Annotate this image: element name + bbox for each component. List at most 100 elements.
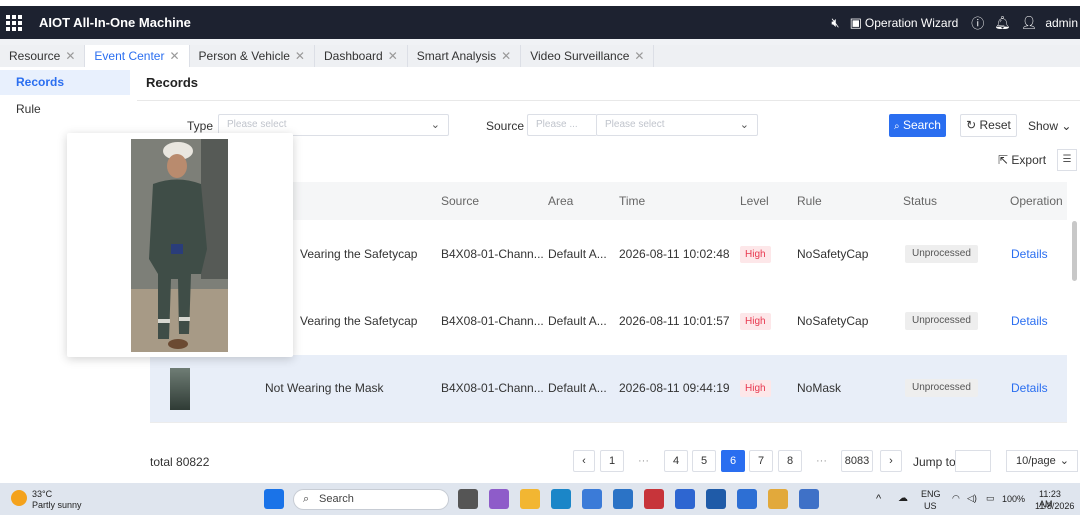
copilot-icon[interactable] bbox=[489, 489, 509, 509]
search-button[interactable]: ⌕ Search bbox=[889, 114, 946, 137]
source-label: Source bbox=[486, 119, 525, 133]
level-badge: High bbox=[740, 380, 771, 397]
event-source: B4X08-01-Chann... bbox=[441, 247, 544, 261]
divider bbox=[137, 100, 1080, 101]
close-icon[interactable]: ✕ bbox=[169, 49, 179, 63]
page-size-select[interactable]: 10/page ⌄ bbox=[1006, 450, 1078, 472]
preview-image bbox=[131, 139, 228, 352]
close-icon[interactable]: ✕ bbox=[501, 49, 511, 63]
page-ellipsis[interactable]: ··· bbox=[816, 450, 827, 472]
header-operation: Operation bbox=[1010, 194, 1063, 208]
page-button[interactable]: 5 bbox=[692, 450, 716, 472]
page-button[interactable]: 7 bbox=[749, 450, 773, 472]
event-time: 2026-08-11 10:02:48 bbox=[619, 247, 730, 261]
search-icon: ⌕ bbox=[303, 493, 310, 505]
tab-video-surveillance[interactable]: Video Surveillance ✕ bbox=[521, 45, 655, 67]
close-icon[interactable]: ✕ bbox=[634, 49, 644, 63]
mute-icon[interactable]: 🔇︎ bbox=[831, 15, 839, 31]
chrome-icon[interactable] bbox=[768, 489, 788, 509]
page-size-value: 10/page bbox=[1016, 455, 1056, 467]
search-icon: ⌕ bbox=[894, 121, 900, 132]
pinned-apps bbox=[458, 489, 830, 509]
jump-to-label: Jump to bbox=[913, 455, 956, 469]
taskbar-search[interactable]: ⌕ Search bbox=[293, 489, 449, 510]
edge-icon[interactable] bbox=[551, 489, 571, 509]
wizard-icon[interactable]: ▣ bbox=[850, 15, 862, 31]
sidebar-item-rule[interactable]: Rule bbox=[0, 97, 130, 122]
next-page-button[interactable]: › bbox=[880, 450, 902, 472]
details-link[interactable]: Details bbox=[1011, 355, 1048, 422]
user-icon[interactable]: 👤︎ bbox=[1021, 15, 1038, 31]
status-badge: Unprocessed bbox=[905, 245, 978, 263]
reset-button[interactable]: ↻ Reset bbox=[960, 114, 1017, 137]
event-source: B4X08-01-Chann... bbox=[441, 381, 544, 395]
source-select[interactable]: Please select ⌄ bbox=[596, 114, 758, 136]
battery-icon[interactable]: ▭ bbox=[986, 493, 995, 504]
show-toggle[interactable]: Show ⌄ bbox=[1028, 119, 1071, 133]
task-view-icon[interactable] bbox=[458, 489, 478, 509]
source-type-select[interactable]: Please ... bbox=[527, 114, 597, 136]
tab-person-vehicle[interactable]: Person & Vehicle ✕ bbox=[189, 45, 315, 67]
file-explorer-icon[interactable] bbox=[520, 489, 540, 509]
export-button[interactable]: ⇱ Export bbox=[998, 153, 1046, 167]
onedrive-icon[interactable]: ☁ bbox=[898, 493, 908, 504]
volume-icon[interactable]: ◁) bbox=[967, 493, 977, 504]
prev-page-button[interactable]: ‹ bbox=[573, 450, 595, 472]
event-area: Default A... bbox=[548, 247, 607, 261]
start-icon[interactable] bbox=[264, 489, 284, 509]
page-ellipsis[interactable]: ··· bbox=[638, 450, 649, 472]
close-icon[interactable]: ✕ bbox=[65, 49, 75, 63]
app-icon[interactable] bbox=[799, 489, 819, 509]
search-button-label: Search bbox=[902, 118, 941, 132]
tab-event-center[interactable]: Event Center ✕ bbox=[85, 45, 190, 67]
app-icon[interactable] bbox=[737, 489, 757, 509]
app-menu-icon[interactable] bbox=[6, 14, 22, 31]
taskbar-apps bbox=[264, 489, 295, 509]
help-icon[interactable] bbox=[613, 489, 633, 509]
header-source: Source bbox=[441, 194, 480, 208]
details-link[interactable]: Details bbox=[1011, 288, 1048, 355]
details-link[interactable]: Details bbox=[1011, 221, 1048, 288]
weather-text: Partly sunny bbox=[32, 500, 82, 510]
jump-to-input[interactable] bbox=[955, 450, 991, 472]
tab-resource[interactable]: Resource ✕ bbox=[0, 45, 86, 67]
reset-icon: ↻ bbox=[966, 118, 977, 132]
lang[interactable]: ENG bbox=[921, 489, 941, 499]
event-name: Vearing the Safetycap bbox=[300, 247, 418, 261]
column-settings-icon[interactable]: ☰ bbox=[1057, 149, 1077, 171]
event-rule: NoSafetyCap bbox=[797, 247, 869, 261]
app-icon[interactable] bbox=[706, 489, 726, 509]
header-time: Time bbox=[619, 194, 646, 208]
dropbox-icon[interactable] bbox=[675, 489, 695, 509]
close-icon[interactable]: ✕ bbox=[388, 49, 398, 63]
event-time: 2026-08-11 09:44:19 bbox=[619, 381, 730, 395]
event-thumbnail[interactable] bbox=[170, 368, 190, 410]
store-icon[interactable] bbox=[582, 489, 602, 509]
event-rule: NoSafetyCap bbox=[797, 314, 869, 328]
wifi-icon[interactable]: ◠ bbox=[952, 493, 960, 504]
page-button[interactable]: 4 bbox=[664, 450, 688, 472]
close-icon[interactable]: ✕ bbox=[295, 49, 305, 63]
chevron-down-icon: ⌄ bbox=[1059, 455, 1069, 467]
chevron-down-icon: ⌄ bbox=[1061, 119, 1072, 133]
sidebar-item-records[interactable]: Records bbox=[0, 70, 130, 95]
info-icon[interactable]: ⓘ bbox=[971, 13, 984, 32]
tab-smart-analysis[interactable]: Smart Analysis ✕ bbox=[407, 45, 522, 67]
operation-wizard-link[interactable]: Operation Wizard bbox=[865, 16, 958, 30]
clock-date[interactable]: 11/8/2026 bbox=[1035, 501, 1074, 511]
page-button[interactable]: 8 bbox=[778, 450, 802, 472]
os-taskbar: 33°C Partly sunny ⌕ Search ^ ☁ ENG US ◠ … bbox=[0, 483, 1080, 515]
region[interactable]: US bbox=[924, 501, 937, 511]
page-button[interactable]: 1 bbox=[600, 450, 624, 472]
event-name: Vearing the Safetycap bbox=[300, 314, 418, 328]
page-button[interactable]: 8083 bbox=[841, 450, 873, 472]
tab-dashboard[interactable]: Dashboard ✕ bbox=[314, 45, 408, 67]
username[interactable]: admin bbox=[1045, 16, 1078, 30]
page-button-current[interactable]: 6 bbox=[721, 450, 745, 472]
battery-percent: 100% bbox=[1002, 494, 1026, 504]
bell-icon[interactable]: 🔔︎ bbox=[994, 15, 1011, 31]
chevron-up-icon[interactable]: ^ bbox=[876, 493, 881, 505]
table-scrollbar[interactable] bbox=[1072, 221, 1077, 281]
mcafee-icon[interactable] bbox=[644, 489, 664, 509]
table-row[interactable]: Not Wearing the Mask B4X08-01-Chann... D… bbox=[150, 355, 1067, 423]
